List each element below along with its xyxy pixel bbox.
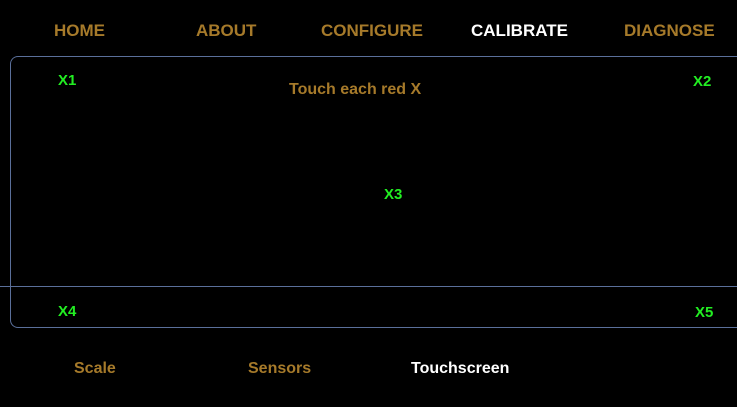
calibration-instruction: Touch each red X	[289, 81, 422, 98]
sub-tab-touchscreen[interactable]: Touchscreen	[411, 360, 509, 378]
calibration-target-x4[interactable]: X4	[58, 303, 76, 320]
nav-calibrate[interactable]: CALIBRATE	[471, 21, 568, 41]
nav-configure[interactable]: CONFIGURE	[321, 21, 423, 41]
nav-diagnose[interactable]: DIAGNOSE	[624, 21, 715, 41]
calibrate-sub-navigation: Scale Sensors Touchscreen	[0, 345, 737, 385]
calibration-target-x3[interactable]: X3	[384, 186, 402, 203]
top-navigation: HOME ABOUT CONFIGURE CALIBRATE DIAGNOSE	[0, 0, 737, 50]
calibration-target-x5[interactable]: X5	[695, 304, 713, 321]
nav-about[interactable]: ABOUT	[196, 21, 256, 41]
calibration-divider	[0, 286, 737, 287]
calibration-target-x1[interactable]: X1	[58, 72, 76, 89]
nav-home[interactable]: HOME	[54, 21, 105, 41]
sub-tab-scale[interactable]: Scale	[74, 360, 116, 378]
sub-tab-sensors[interactable]: Sensors	[248, 360, 311, 378]
calibration-target-x2[interactable]: X2	[693, 73, 711, 90]
